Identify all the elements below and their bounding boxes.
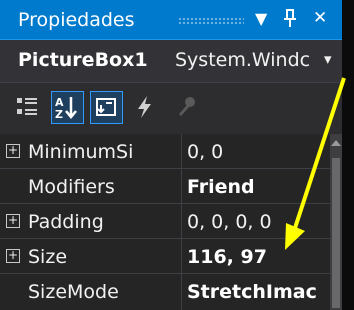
object-name: PictureBox1 — [18, 49, 148, 71]
property-pages-icon — [179, 97, 195, 116]
expand-icon[interactable]: + — [6, 249, 20, 263]
property-value[interactable]: 0, 0, 0, 0 — [187, 211, 332, 233]
close-icon[interactable]: ✕ — [313, 10, 327, 27]
property-name: SizeMode — [28, 281, 119, 303]
property-name: Modifiers — [28, 176, 115, 198]
events-button[interactable] — [129, 91, 162, 124]
property-value[interactable]: 0, 0 — [187, 141, 332, 163]
property-value[interactable]: 116, 97 — [187, 246, 332, 268]
property-row-modifiers[interactable]: Modifiers Friend — [0, 169, 330, 204]
property-row-minimumsize[interactable]: + MinimumSi 0, 0 — [0, 134, 330, 169]
expand-icon[interactable]: + — [6, 144, 20, 158]
vertical-scrollbar[interactable] — [330, 134, 342, 310]
properties-icon — [96, 98, 116, 116]
properties-toolbar: A Z — [0, 83, 342, 133]
drag-grip[interactable] — [178, 17, 244, 24]
window-dropdown-icon[interactable]: ▼ — [255, 11, 267, 27]
object-type: System.Windc — [175, 49, 311, 71]
properties-window: Propiedades ▼ ✕ PictureBox1 System.Windc… — [0, 0, 342, 310]
alphabetical-button[interactable]: A Z — [51, 91, 84, 124]
events-icon — [138, 96, 151, 118]
categorized-button[interactable] — [12, 91, 45, 124]
property-row-sizemode[interactable]: SizeMode StretchImac — [0, 274, 330, 308]
property-pages-button[interactable] — [170, 91, 203, 124]
property-value[interactable]: Friend — [187, 176, 332, 198]
alphabetical-icon: A Z — [55, 96, 77, 120]
window-edge — [342, 0, 354, 310]
column-divider[interactable] — [181, 134, 182, 310]
categorized-icon — [17, 98, 37, 115]
window-title: Propiedades — [18, 9, 135, 31]
title-bar[interactable]: Propiedades ▼ ✕ — [0, 0, 342, 40]
property-row-padding[interactable]: + Padding 0, 0, 0, 0 — [0, 204, 330, 239]
expand-icon[interactable]: + — [6, 214, 20, 228]
scroll-thumb[interactable] — [332, 158, 340, 308]
property-name: Padding — [28, 211, 104, 233]
property-name: Size — [28, 246, 68, 268]
pin-icon[interactable] — [281, 8, 299, 31]
property-name: MinimumSi — [28, 141, 134, 163]
scroll-up-icon[interactable] — [331, 140, 341, 146]
object-selector[interactable]: PictureBox1 System.Windc ▾ — [0, 40, 342, 83]
property-value[interactable]: StretchImac — [187, 281, 332, 303]
object-dropdown-icon[interactable]: ▾ — [324, 50, 332, 68]
properties-button[interactable] — [90, 91, 123, 124]
svg-text:Z: Z — [55, 108, 63, 120]
property-row-size[interactable]: + Size 116, 97 — [0, 239, 330, 274]
